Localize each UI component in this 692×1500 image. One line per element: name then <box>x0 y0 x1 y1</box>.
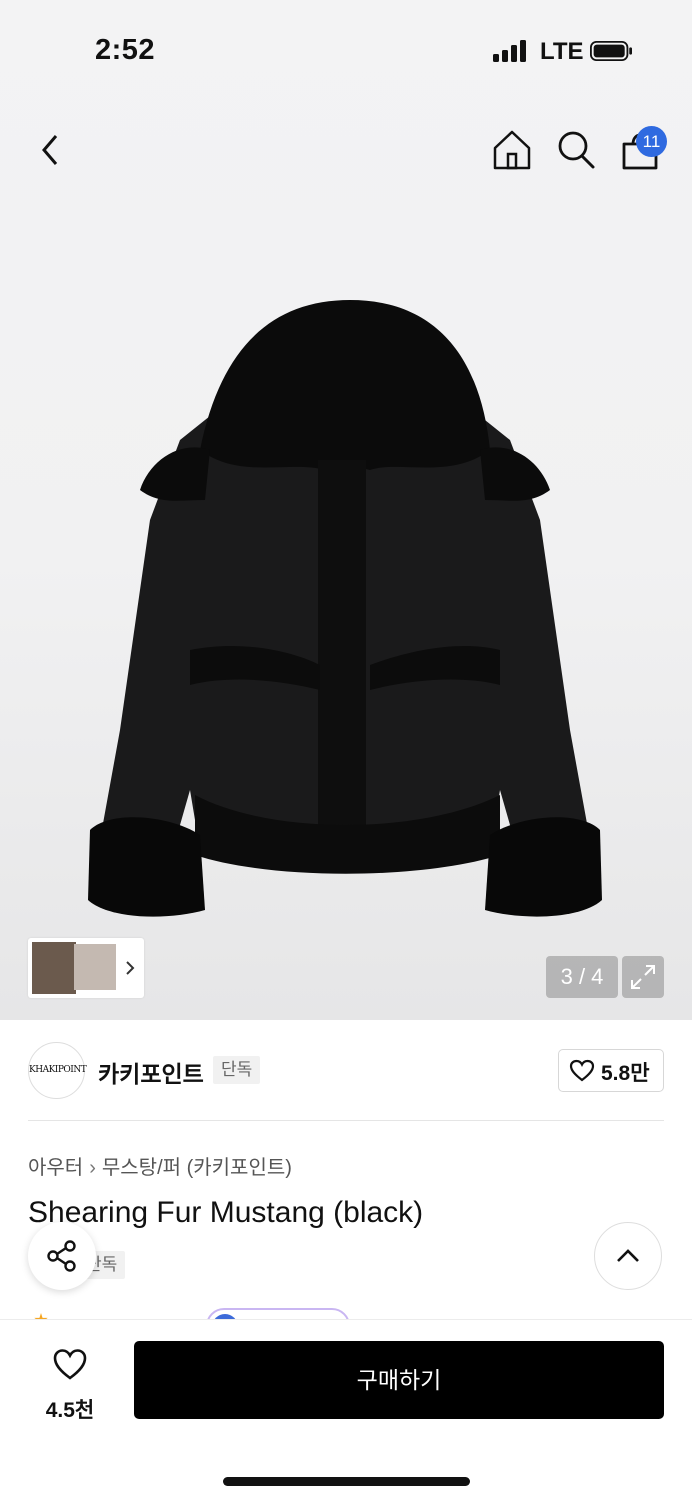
divider <box>28 1120 664 1121</box>
scroll-top-button[interactable] <box>594 1222 662 1290</box>
network-label: LTE <box>540 38 584 65</box>
status-time: 2:52 <box>95 34 156 66</box>
brand-name[interactable]: 카키포인트 <box>98 1055 204 1089</box>
image-counter: 3 / 4 <box>546 956 618 998</box>
breadcrumb: 아우터 › 무스탕/퍼 (카키포인트) <box>28 1151 292 1180</box>
product-image <box>88 300 602 917</box>
breadcrumb-item[interactable]: 아우터 <box>28 1157 83 1179</box>
share-button[interactable] <box>28 1222 96 1290</box>
brand-like-count: 5.8만 <box>601 1062 650 1085</box>
product-title: Shearing Fur Mustang (black) <box>28 1196 424 1229</box>
heart-icon <box>569 1059 595 1082</box>
brand-row[interactable]: KHAKIPOINT 카키포인트 단독 5.8만 <box>0 1040 692 1100</box>
model-thumbnail-link[interactable] <box>28 938 144 998</box>
chevron-right-icon <box>126 961 135 975</box>
cart-badge: 11 <box>636 126 667 157</box>
back-icon[interactable] <box>30 128 70 172</box>
breadcrumb-item[interactable]: 무스탕/퍼 (카키포인트) <box>102 1157 292 1179</box>
exclusive-tag: 단독 <box>213 1056 261 1084</box>
brand-like-button[interactable]: 5.8만 <box>558 1049 664 1092</box>
wishlist-button[interactable]: 4.5천 <box>30 1342 110 1422</box>
signal-icon <box>493 40 529 62</box>
search-icon[interactable] <box>554 128 598 172</box>
status-bar: 2:52 LTE <box>0 0 692 100</box>
buy-button[interactable]: 구매하기 <box>134 1341 664 1419</box>
share-icon <box>47 1240 76 1272</box>
bottom-bar: 4.5천 구매하기 <box>0 1320 692 1500</box>
expand-icon <box>631 965 655 989</box>
expand-button[interactable] <box>622 956 664 998</box>
chevron-up-icon <box>617 1249 639 1262</box>
home-indicator <box>223 1477 470 1486</box>
battery-icon <box>590 40 632 62</box>
wishlist-count: 4.5천 <box>45 1399 95 1422</box>
heart-icon <box>53 1349 87 1380</box>
model-thumbnail <box>74 944 116 990</box>
model-thumbnail <box>32 942 76 994</box>
brand-logo[interactable]: KHAKIPOINT <box>28 1042 87 1099</box>
home-icon[interactable] <box>490 128 534 172</box>
chevron-right-icon: › <box>89 1157 96 1179</box>
